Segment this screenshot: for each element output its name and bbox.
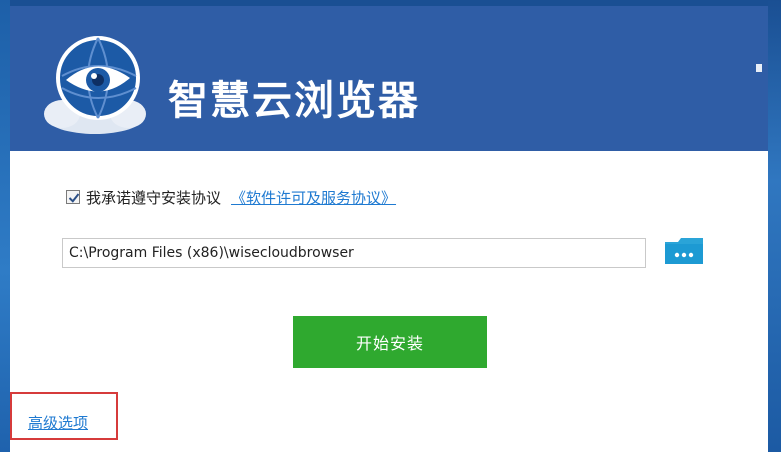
license-agreement-link[interactable]: 《软件许可及服务协议》	[231, 187, 396, 208]
install-path-input[interactable]: C:\Program Files (x86)\wisecloudbrowser	[62, 238, 646, 268]
close-button[interactable]	[756, 64, 762, 72]
installer-window: 智慧云浏览器 我承诺遵守安装协议 《软件许可及服务协议》 C:\Program …	[10, 6, 768, 452]
agree-label: 我承诺遵守安装协议	[86, 188, 222, 207]
installer-header: 智慧云浏览器	[10, 6, 768, 151]
app-title: 智慧云浏览器	[168, 78, 420, 124]
start-install-button[interactable]: 开始安装	[293, 316, 487, 368]
check-icon	[68, 193, 80, 203]
agreement-row: 我承诺遵守安装协议 《软件许可及服务协议》	[66, 186, 396, 208]
agree-checkbox[interactable]	[66, 190, 80, 204]
desktop-background	[0, 0, 10, 452]
eye-cloud-logo-icon	[44, 36, 146, 134]
advanced-options-link[interactable]: 高级选项	[28, 412, 88, 433]
folder-icon[interactable]	[664, 236, 704, 266]
desktop-background	[768, 0, 781, 452]
